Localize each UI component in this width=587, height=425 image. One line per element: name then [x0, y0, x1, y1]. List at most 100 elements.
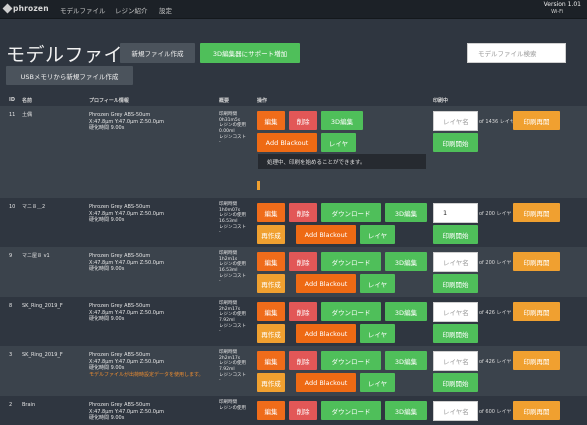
profile-cure-time: 硬化時間 9.00s — [89, 217, 125, 223]
reprint-button[interactable]: 印刷再開 — [513, 351, 560, 370]
nav-model-files[interactable]: モデルファイル — [60, 5, 106, 15]
add-blackout-button[interactable]: Add Blackout — [296, 373, 356, 392]
layer-input[interactable]: レイヤ名 — [433, 111, 478, 131]
row-id: 2 — [9, 402, 13, 408]
edit-button[interactable]: 編集 — [257, 111, 285, 130]
start-print-button[interactable]: 印刷開始 — [433, 133, 478, 152]
processing-progress-bar — [257, 181, 260, 190]
layer-total: of 1436 レイヤ — [479, 119, 515, 125]
edit-3d-button[interactable]: 3D編集 — [385, 302, 427, 321]
nav-resin-intro[interactable]: レジン紹介 — [115, 5, 148, 15]
layer-button[interactable]: レイヤ — [321, 133, 356, 152]
app-root: phrozen モデルファイル レジン紹介 設定 Wi-Fi Version 1… — [0, 0, 587, 425]
row-summary: 印刷時間 2h2m17s レジンの使用 7.92ml レジンコスト - — [219, 301, 257, 335]
resin-use-label: レジンの使用 — [219, 405, 246, 411]
row-id: 10 — [9, 204, 16, 210]
add-support-button[interactable]: 3D編集器にサポート増加 — [200, 43, 300, 63]
column-header-actions: 操作 — [257, 98, 268, 104]
download-button[interactable]: ダウンロード — [321, 203, 381, 222]
reprint-button[interactable]: 印刷再開 — [513, 203, 560, 222]
row-id: 3 — [9, 352, 13, 358]
layer-button[interactable]: レイヤ — [360, 225, 395, 244]
layer-input[interactable]: レイヤ名 — [433, 401, 478, 421]
start-print-button[interactable]: 印刷開始 — [433, 373, 478, 392]
processing-message: 処理中、印刷を始めることができます。 — [258, 154, 426, 169]
edit-3d-button[interactable]: 3D編集 — [321, 111, 363, 130]
download-button[interactable]: ダウンロード — [321, 252, 381, 271]
layer-total: of 200 レイヤ — [479, 260, 512, 266]
add-blackout-button[interactable]: Add Blackout — [257, 133, 317, 152]
download-button[interactable]: ダウンロード — [321, 401, 381, 420]
edit-3d-button[interactable]: 3D編集 — [385, 351, 427, 370]
phrozen-logo[interactable]: phrozen — [2, 3, 49, 14]
recreate-button[interactable]: 再作成 — [257, 324, 285, 343]
delete-button[interactable]: 削除 — [289, 203, 317, 222]
model-search-input[interactable]: モデルファイル検索 — [467, 43, 566, 63]
add-blackout-button[interactable]: Add Blackout — [296, 274, 356, 293]
layer-input[interactable]: レイヤ名 — [433, 302, 478, 322]
layer-button[interactable]: レイヤ — [360, 274, 395, 293]
row-profile: Phrozen Grey ABS-50um X:47.8μm Y:47.0μm … — [89, 352, 219, 378]
layer-button[interactable]: レイヤ — [360, 324, 395, 343]
table-row: 10 マニ８＿2 Phrozen Grey ABS-50um X:47.8μm … — [0, 198, 587, 247]
recreate-button[interactable]: 再作成 — [257, 274, 285, 293]
top-navigation-bar: phrozen モデルファイル レジン紹介 設定 Wi-Fi Version 1… — [0, 0, 587, 19]
edit-button[interactable]: 編集 — [257, 203, 285, 222]
row-profile: Phrozen Grey ABS-50um X:47.8μm Y:47.0μm … — [89, 204, 219, 224]
reprint-button[interactable]: 印刷再開 — [513, 252, 560, 271]
layer-input[interactable]: レイヤ名 — [433, 351, 478, 371]
logo-diamond-icon — [2, 3, 13, 14]
column-header-name: 名前 — [22, 98, 33, 104]
edit-button[interactable]: 編集 — [257, 351, 285, 370]
layer-input[interactable]: レイヤ名 — [433, 252, 478, 272]
profile-cure-time: 硬化時間 9.00s — [89, 125, 125, 131]
resin-cost-value: - — [219, 329, 221, 335]
row-summary: 印刷時間 1h0m07s レジンの使用 16.53ml レジンコスト - — [219, 202, 257, 236]
recreate-button[interactable]: 再作成 — [257, 225, 285, 244]
download-button[interactable]: ダウンロード — [321, 302, 381, 321]
table-row: 8 SK_Ring_2019_F Phrozen Grey ABS-50um X… — [0, 297, 587, 346]
profile-cure-time: 硬化時間 9.00s — [89, 266, 125, 272]
table-row: 11 土偶 Phrozen Grey ABS-50um X:47.8μm Y:4… — [0, 106, 587, 198]
start-print-button[interactable]: 印刷開始 — [433, 324, 478, 343]
resin-cost-value: - — [219, 140, 221, 146]
row-name: Brain — [22, 402, 36, 408]
recreate-button[interactable]: 再作成 — [257, 373, 285, 392]
table-row: 3 SK_Ring_2019_F Phrozen Grey ABS-50um X… — [0, 346, 587, 396]
start-print-button[interactable]: 印刷開始 — [433, 225, 478, 244]
download-button[interactable]: ダウンロード — [321, 351, 381, 370]
usb-new-file-button[interactable]: USBメモリから新規ファイル作成 — [6, 66, 133, 85]
profile-cure-time: 硬化時間 9.00s — [89, 316, 125, 322]
start-print-button[interactable]: 印刷開始 — [433, 274, 478, 293]
new-file-button[interactable]: 新規ファイル作成 — [120, 43, 195, 63]
layer-button[interactable]: レイヤ — [360, 373, 395, 392]
edit-button[interactable]: 編集 — [257, 302, 285, 321]
edit-3d-button[interactable]: 3D編集 — [385, 203, 427, 222]
column-header-summary: 概要 — [219, 98, 230, 104]
row-id: 8 — [9, 303, 13, 309]
resin-cost-value: - — [219, 230, 221, 236]
add-blackout-button[interactable]: Add Blackout — [296, 324, 356, 343]
reprint-button[interactable]: 印刷再開 — [513, 401, 560, 420]
edit-button[interactable]: 編集 — [257, 252, 285, 271]
edit-button[interactable]: 編集 — [257, 401, 285, 420]
wifi-status[interactable]: Wi-Fi — [551, 9, 563, 15]
delete-button[interactable]: 削除 — [289, 401, 317, 420]
delete-button[interactable]: 削除 — [289, 252, 317, 271]
row-name: マニ８＿2 — [22, 204, 46, 210]
delete-button[interactable]: 削除 — [289, 302, 317, 321]
row-profile: Phrozen Grey ABS-50um X:47.8μm Y:47.0μm … — [89, 402, 219, 422]
reprint-button[interactable]: 印刷再開 — [513, 111, 560, 130]
add-blackout-button[interactable]: Add Blackout — [296, 225, 356, 244]
layer-input[interactable]: 1 — [433, 203, 478, 223]
delete-button[interactable]: 削除 — [289, 111, 317, 130]
row-name: SK_Ring_2019_F — [22, 303, 63, 309]
reprint-button[interactable]: 印刷再開 — [513, 302, 560, 321]
row-profile: Phrozen Grey ABS-50um X:47.8μm Y:47.0μm … — [89, 303, 219, 323]
nav-settings[interactable]: 設定 — [159, 5, 172, 15]
edit-3d-button[interactable]: 3D編集 — [385, 401, 427, 420]
layer-total: of 426 レイヤ — [479, 359, 512, 365]
delete-button[interactable]: 削除 — [289, 351, 317, 370]
row-summary: 印刷時間 2h2m17s レジンの使用 7.92ml レジンコスト - — [219, 350, 257, 384]
edit-3d-button[interactable]: 3D編集 — [385, 252, 427, 271]
